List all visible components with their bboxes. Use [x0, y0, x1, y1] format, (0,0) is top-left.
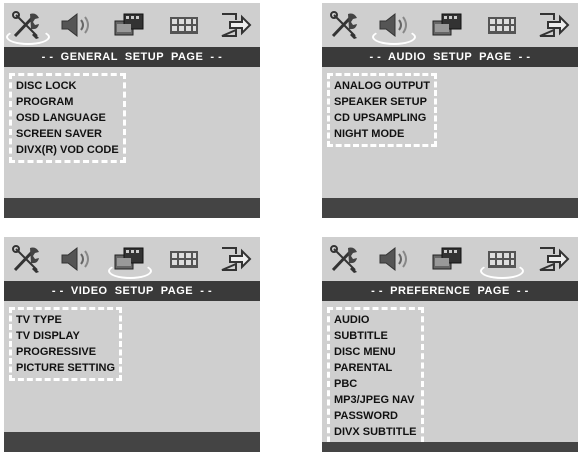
- selected-icon-indicator: [6, 29, 50, 45]
- exit-icon[interactable]: [536, 243, 570, 275]
- setup-icon-bar: [4, 237, 260, 281]
- menu-item[interactable]: ANALOG OUTPUT: [334, 78, 430, 94]
- preference-grid-icon[interactable]: [485, 9, 519, 41]
- menu-item[interactable]: PARENTAL: [334, 360, 417, 376]
- preference-panel: - - PREFERENCE PAGE - - AUDIO SUBTITLE DIS…: [322, 237, 578, 452]
- setup-icon-bar: [322, 3, 578, 47]
- exit-icon[interactable]: [218, 9, 252, 41]
- setup-icon-bar: [322, 237, 578, 281]
- exit-icon[interactable]: [218, 243, 252, 275]
- selected-icon-indicator: [480, 263, 524, 279]
- menu-item[interactable]: PASSWORD: [334, 408, 417, 424]
- menu-item[interactable]: DIVX SUBTITLE: [334, 424, 417, 440]
- menu-item[interactable]: SPEAKER SETUP: [334, 94, 430, 110]
- page-title: - - VIDEO SETUP PAGE - -: [4, 281, 260, 301]
- setup-menu: ANALOG OUTPUT SPEAKER SETUP CD UPSAMPLING N…: [327, 73, 437, 147]
- menu-item[interactable]: DIVX(R) VOD CODE: [16, 142, 119, 158]
- tools-icon[interactable]: [328, 9, 362, 41]
- page-title: - - PREFERENCE PAGE - -: [322, 281, 578, 301]
- speaker-icon[interactable]: [58, 9, 92, 41]
- menu-item[interactable]: PROGRAM: [16, 94, 119, 110]
- menu-item[interactable]: SCREEN SAVER: [16, 126, 119, 142]
- menu-item[interactable]: DISC LOCK: [16, 78, 119, 94]
- menu-item[interactable]: TV DISPLAY: [16, 328, 115, 344]
- menu-item[interactable]: DISC MENU: [334, 344, 417, 360]
- setup-icon-bar: [4, 3, 260, 47]
- setup-menu: TV TYPE TV DISPLAY PROGRESSIVE PICTURE SETT…: [9, 307, 123, 381]
- video-film-icon[interactable]: [430, 9, 464, 41]
- menu-item[interactable]: TV TYPE: [16, 312, 115, 328]
- menu-item[interactable]: SUBTITLE: [334, 328, 417, 344]
- setup-menu: DISC LOCK PROGRAM OSD LANGUAGE SCREEN SAVER…: [9, 73, 126, 163]
- page-title: - - GENERAL SETUP PAGE - -: [4, 47, 260, 67]
- menu-item[interactable]: AUDIO: [334, 312, 417, 328]
- status-bar: [4, 198, 260, 218]
- menu-item[interactable]: OSD LANGUAGE: [16, 110, 119, 126]
- tools-icon[interactable]: [328, 243, 362, 275]
- audio-setup-panel: - - AUDIO SETUP PAGE - - ANALOG OUTPUT SP…: [322, 3, 578, 218]
- speaker-icon[interactable]: [58, 243, 92, 275]
- status-bar: [322, 198, 578, 218]
- menu-item[interactable]: PBC: [334, 376, 417, 392]
- preference-grid-icon[interactable]: [167, 243, 201, 275]
- page-title: - - AUDIO SETUP PAGE - -: [322, 47, 578, 67]
- preference-grid-icon[interactable]: [167, 9, 201, 41]
- menu-item[interactable]: NIGHT MODE: [334, 126, 430, 142]
- video-film-icon[interactable]: [112, 9, 146, 41]
- tools-icon[interactable]: [10, 243, 44, 275]
- general-setup-panel: - - GENERAL SETUP PAGE - - DISC LOCK PROG…: [4, 3, 260, 218]
- menu-item[interactable]: PICTURE SETTING: [16, 360, 115, 376]
- setup-menu: AUDIO SUBTITLE DISC MENU PARENTAL PBC MP3/JPE…: [327, 307, 424, 452]
- menu-item[interactable]: MP3/JPEG NAV: [334, 392, 417, 408]
- menu-item[interactable]: CD UPSAMPLING: [334, 110, 430, 126]
- selected-icon-indicator: [372, 29, 416, 45]
- exit-icon[interactable]: [536, 9, 570, 41]
- video-film-icon[interactable]: [430, 243, 464, 275]
- status-bar: [4, 432, 260, 452]
- video-setup-panel: - - VIDEO SETUP PAGE - - TV TYPE TV DISPL…: [4, 237, 260, 452]
- status-bar: [322, 442, 578, 452]
- selected-icon-indicator: [108, 263, 152, 279]
- menu-item[interactable]: PROGRESSIVE: [16, 344, 115, 360]
- speaker-icon[interactable]: [376, 243, 410, 275]
